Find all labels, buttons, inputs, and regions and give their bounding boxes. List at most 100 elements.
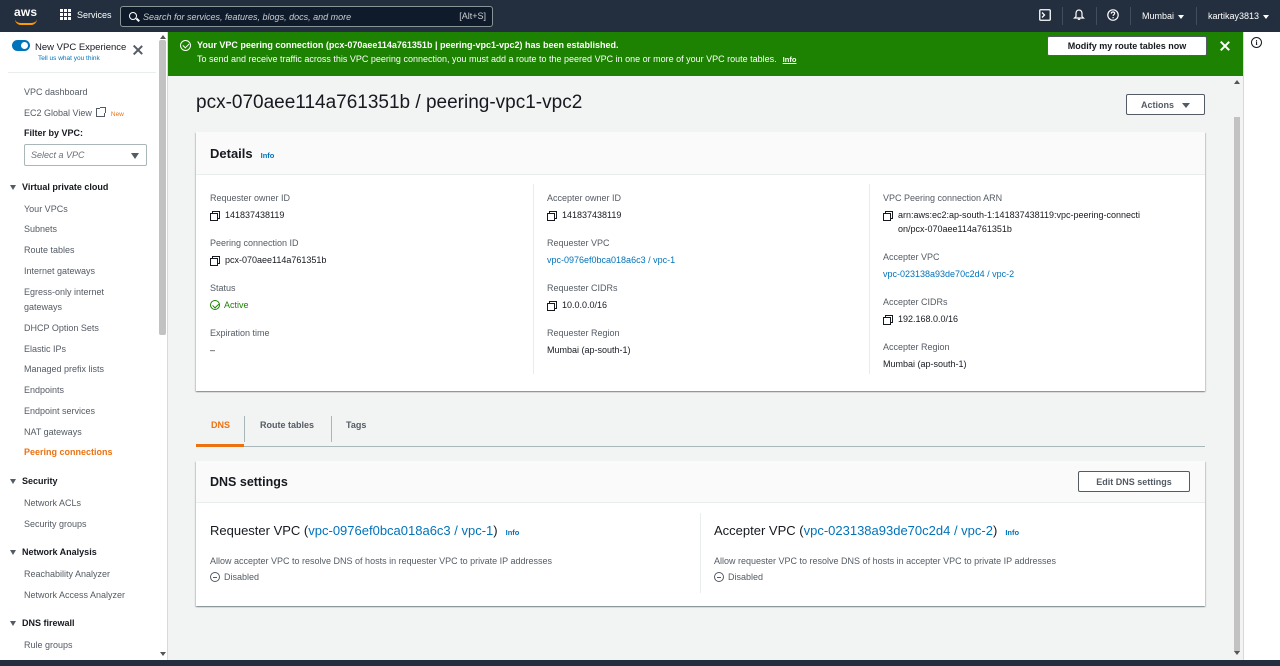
sidebar-item-egress-only-internet-gateways-line2[interactable]: gateways <box>24 302 62 312</box>
disabled-icon <box>210 572 220 582</box>
help-icon[interactable] <box>1106 9 1120 23</box>
close-icon[interactable] <box>132 44 144 56</box>
banner-info-link[interactable]: Info <box>783 55 797 64</box>
sidebar-item-managed-prefix-lists[interactable]: Managed prefix lists <box>24 364 104 374</box>
dns-settings-title: DNS settings <box>210 475 288 489</box>
sidebar-item-security-groups[interactable]: Security groups <box>24 519 87 529</box>
requester-cidrs-value: 10.0.0.0/16 <box>547 300 607 311</box>
accepter-owner-id-value: 141837438119 <box>547 210 621 221</box>
sidebar-section-dns-firewall[interactable]: DNS firewall <box>10 618 75 628</box>
tab-bar: DNS Route tables Tags <box>196 412 1205 447</box>
vpc-filter-select[interactable]: Select a VPC <box>24 144 147 166</box>
caret-down-icon <box>10 184 16 190</box>
info-icon[interactable]: i <box>1251 37 1262 48</box>
sidebar-item-reachability-analyzer[interactable]: Reachability Analyzer <box>24 569 110 579</box>
edit-dns-settings-button[interactable]: Edit DNS settings <box>1078 471 1190 492</box>
accepter-dns-description: Allow requester VPC to resolve DNS of ho… <box>714 556 1056 566</box>
accepter-vpc-link[interactable]: vpc-023138a93de70c2d4 / vpc-2 <box>883 269 1014 279</box>
sidebar-item-route-tables[interactable]: Route tables <box>24 245 75 255</box>
sidebar-item-endpoints[interactable]: Endpoints <box>24 385 64 395</box>
caret-down-icon <box>10 478 16 484</box>
sidebar-item-your-vpcs[interactable]: Your VPCs <box>24 204 68 214</box>
search-input[interactable] <box>143 11 443 22</box>
copy-icon[interactable] <box>883 314 893 325</box>
copy-icon[interactable] <box>883 211 893 221</box>
top-navigation: aws Services [Alt+S] Mumbai kartikay3813 <box>0 0 1280 32</box>
copy-icon[interactable] <box>547 210 557 221</box>
requester-cidrs-label: Requester CIDRs <box>547 283 618 293</box>
scroll-up-icon[interactable] <box>1234 80 1240 84</box>
sidebar-item-subnets[interactable]: Subnets <box>24 224 57 234</box>
success-check-icon <box>180 40 191 51</box>
sidebar-item-nat-gateways[interactable]: NAT gateways <box>24 427 82 437</box>
new-vpc-experience-toggle[interactable] <box>12 40 30 51</box>
expiration-time-value: – <box>210 345 216 355</box>
sidebar-item-vpc-dashboard[interactable]: VPC dashboard <box>24 87 88 97</box>
feedback-link[interactable]: Tell us what you think <box>38 55 100 62</box>
sidebar-item-internet-gateways[interactable]: Internet gateways <box>24 266 95 276</box>
sidebar-item-rule-groups[interactable]: Rule groups <box>24 640 73 650</box>
sidebar-scrollbar[interactable] <box>159 40 166 335</box>
disabled-icon <box>714 572 724 582</box>
tab-dns[interactable]: DNS <box>211 420 230 430</box>
copy-icon[interactable] <box>547 300 557 311</box>
aws-logo[interactable]: aws <box>14 5 40 27</box>
close-icon[interactable] <box>1219 40 1231 52</box>
taskbar <box>0 660 1280 666</box>
sidebar-item-network-acls[interactable]: Network ACLs <box>24 498 81 508</box>
accepter-vpc-dns-link[interactable]: vpc-023138a93de70c2d4 / vpc-2 <box>804 523 993 538</box>
status-label: Status <box>210 283 236 293</box>
copy-icon[interactable] <box>210 210 220 221</box>
scroll-down-icon[interactable] <box>1234 651 1240 655</box>
success-banner: Your VPC peering connection (pcx-070aee1… <box>168 32 1243 76</box>
tab-route-tables[interactable]: Route tables <box>260 420 314 430</box>
sidebar-item-elastic-ips[interactable]: Elastic IPs <box>24 344 66 354</box>
sidebar-item-network-access-analyzer[interactable]: Network Access Analyzer <box>24 590 125 600</box>
dns-settings-panel: DNS settings Edit DNS settings Requester… <box>196 461 1205 606</box>
requester-region-label: Requester Region <box>547 328 620 338</box>
new-vpc-experience-label: New VPC Experience <box>35 42 127 53</box>
accepter-owner-id-label: Accepter owner ID <box>547 193 622 203</box>
bell-icon[interactable] <box>1072 9 1086 23</box>
requester-owner-id-label: Requester owner ID <box>210 193 291 203</box>
chevron-down-icon <box>131 153 139 159</box>
search-box[interactable]: [Alt+S] <box>120 6 493 27</box>
success-check-icon <box>210 300 220 310</box>
accepter-vpc-dns-heading: Accepter VPC (vpc-023138a93de70c2d4 / vp… <box>714 523 1020 538</box>
details-title: Details Info <box>210 146 275 161</box>
sidebar-item-dhcp-option-sets[interactable]: DHCP Option Sets <box>24 323 99 333</box>
filter-by-vpc-label: Filter by VPC: <box>24 128 84 138</box>
sidebar-item-peering-connections[interactable]: Peering connections <box>24 447 113 457</box>
sidebar-section-network-analysis[interactable]: Network Analysis <box>10 547 97 557</box>
expiration-time-label: Expiration time <box>210 328 270 338</box>
sidebar-item-ec2-global-view[interactable]: EC2 Global View New <box>24 107 124 118</box>
accepter-dns-info-link[interactable]: Info <box>1005 528 1019 537</box>
caret-down-icon <box>1182 102 1190 108</box>
peering-connection-id-label: Peering connection ID <box>210 238 299 248</box>
tab-tags[interactable]: Tags <box>346 420 366 430</box>
actions-button[interactable]: Actions <box>1126 94 1205 115</box>
peering-connection-id-value: pcx-070aee114a761351b <box>210 255 326 266</box>
sidebar-item-egress-only-internet-gateways[interactable]: Egress-only internet <box>24 287 104 297</box>
details-info-link[interactable]: Info <box>261 151 275 160</box>
modify-route-tables-button[interactable]: Modify my route tables now <box>1047 36 1207 56</box>
sidebar-item-endpoint-services[interactable]: Endpoint services <box>24 406 95 416</box>
services-button[interactable]: Services <box>60 9 112 20</box>
peering-arn-label: VPC Peering connection ARN <box>883 193 1003 203</box>
sidebar-scroll-down-icon[interactable] <box>160 652 166 656</box>
requester-dns-info-link[interactable]: Info <box>506 528 520 537</box>
copy-icon[interactable] <box>210 255 220 266</box>
requester-vpc-dns-link[interactable]: vpc-0976ef0bca018a6c3 / vpc-1 <box>308 523 493 538</box>
peering-arn-value: arn:aws:ec2:ap-south-1:141837438119:vpc-… <box>883 208 1143 236</box>
new-badge: New <box>110 111 124 118</box>
cloudshell-icon[interactable] <box>1038 9 1052 23</box>
sidebar-section-virtual-private-cloud[interactable]: Virtual private cloud <box>10 182 108 192</box>
sidebar-scroll-up-icon[interactable] <box>160 35 166 39</box>
main-scrollbar[interactable] <box>1234 117 1240 652</box>
sidebar-section-security[interactable]: Security <box>10 476 58 486</box>
region-selector[interactable]: Mumbai <box>1142 11 1185 21</box>
account-menu[interactable]: kartikay3813 <box>1208 11 1270 21</box>
grid-icon <box>60 9 71 20</box>
dns-settings-header: DNS settings Edit DNS settings <box>196 461 1205 503</box>
requester-vpc-link[interactable]: vpc-0976ef0bca018a6c3 / vpc-1 <box>547 255 675 265</box>
